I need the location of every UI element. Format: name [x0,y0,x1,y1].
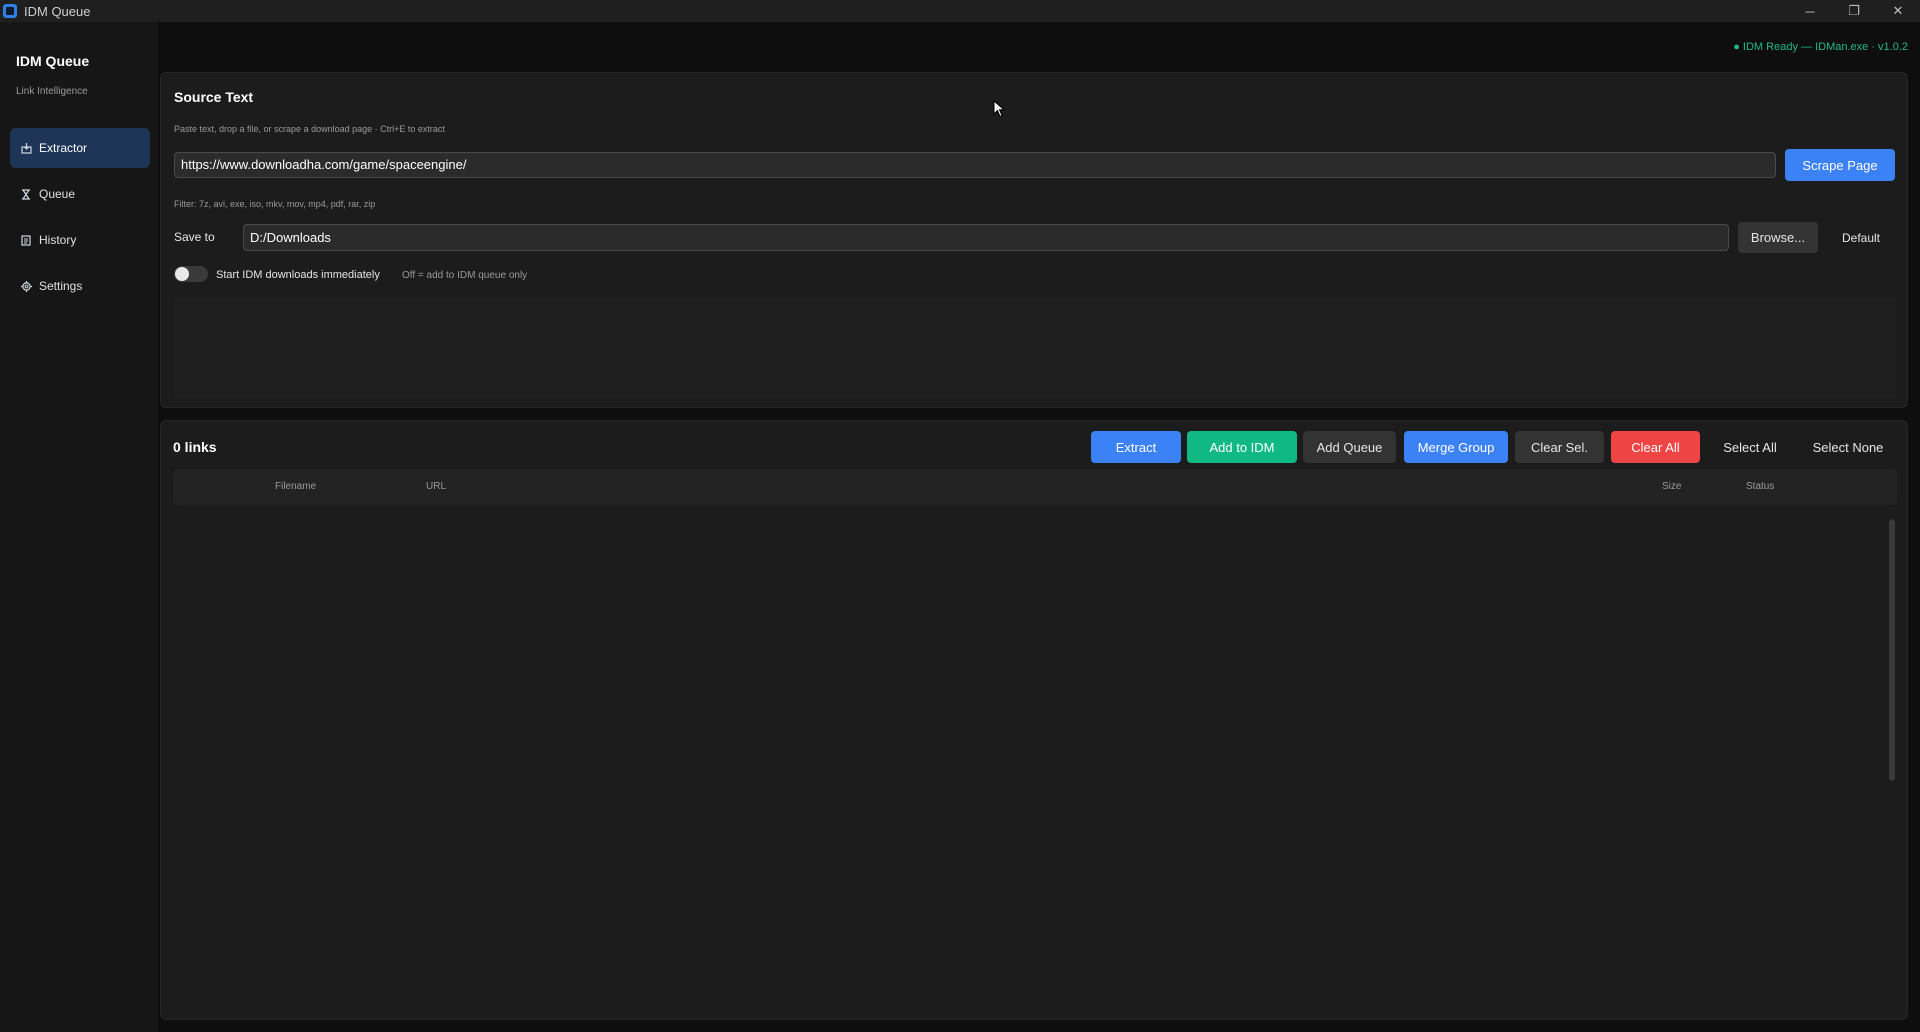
column-url[interactable]: URL [426,481,446,492]
brand-subtitle: Link Intelligence [16,86,88,97]
source-hint: Paste text, drop a file, or scrape a dow… [174,124,445,134]
merge-group-button[interactable]: Merge Group [1404,431,1508,463]
select-all-button[interactable]: Select All [1707,431,1793,463]
sidebar-item-extractor[interactable]: Extractor [10,128,150,168]
column-size[interactable]: Size [1662,481,1681,492]
toggle-sublabel: Off = add to IDM queue only [402,270,528,281]
toggle-knob [175,267,189,281]
hourglass-icon [19,188,33,200]
window-title: IDM Queue [24,3,91,19]
add-queue-button[interactable]: Add Queue [1303,431,1396,463]
mouse-cursor-icon [993,100,1005,118]
extract-icon [19,142,33,154]
column-status[interactable]: Status [1746,481,1774,492]
window-controls: ─ ❐ ✕ [1788,0,1920,22]
title-bar: IDM Queue ─ ❐ ✕ [0,0,1920,22]
sidebar-item-label: History [39,233,77,247]
sidebar-item-label: Settings [39,279,83,293]
gear-icon [19,280,33,292]
sidebar-item-history[interactable]: History [10,220,150,260]
table-scrollbar[interactable] [1889,519,1895,781]
extract-button[interactable]: Extract [1091,431,1181,463]
restore-button[interactable]: ❐ [1832,0,1876,22]
table-header: Filename URL Size Status [173,469,1897,505]
column-filename[interactable]: Filename [275,481,316,492]
sidebar-item-label: Extractor [39,141,88,155]
save-path-input[interactable]: D:/Downloads [243,224,1729,251]
sidebar-item-label: Queue [39,187,76,201]
minimize-button[interactable]: ─ [1788,0,1832,22]
start-immediately-toggle[interactable] [174,266,208,282]
clear-selection-button[interactable]: Clear Sel. [1515,431,1604,463]
sidebar: IDM Queue Link Intelligence Extractor Qu… [0,22,158,1032]
source-text-area[interactable] [174,298,1896,398]
links-count: 0 links [173,439,217,455]
toggle-label: Start IDM downloads immediately [216,269,380,281]
save-to-label: Save to [174,230,215,244]
browse-button[interactable]: Browse... [1738,222,1818,253]
default-button[interactable]: Default [1826,222,1896,253]
close-button[interactable]: ✕ [1876,0,1920,22]
source-title: Source Text [174,89,254,105]
app-icon [3,4,17,18]
brand-title: IDM Queue [16,53,90,69]
filter-text: Filter: 7z, avi, exe, iso, mkv, mov, mp4… [174,199,376,209]
links-table-body [173,509,1877,1009]
source-panel: Source Text Paste text, drop a file, or … [160,72,1908,408]
sidebar-nav: Extractor Queue History Settings [10,128,150,312]
sidebar-item-queue[interactable]: Queue [10,174,150,214]
url-input[interactable]: https://www.downloadha.com/game/spaceeng… [174,152,1776,178]
sidebar-item-settings[interactable]: Settings [10,266,150,306]
links-panel: 0 links Extract Add to IDM Add Queue Mer… [160,420,1908,1020]
history-icon [19,234,33,246]
idm-status: ● IDM Ready — IDMan.exe · v1.0.2 [1733,41,1908,53]
scrape-page-button[interactable]: Scrape Page [1785,149,1895,181]
select-none-button[interactable]: Select None [1799,431,1897,463]
clear-all-button[interactable]: Clear All [1611,431,1700,463]
add-to-idm-button[interactable]: Add to IDM [1187,431,1297,463]
